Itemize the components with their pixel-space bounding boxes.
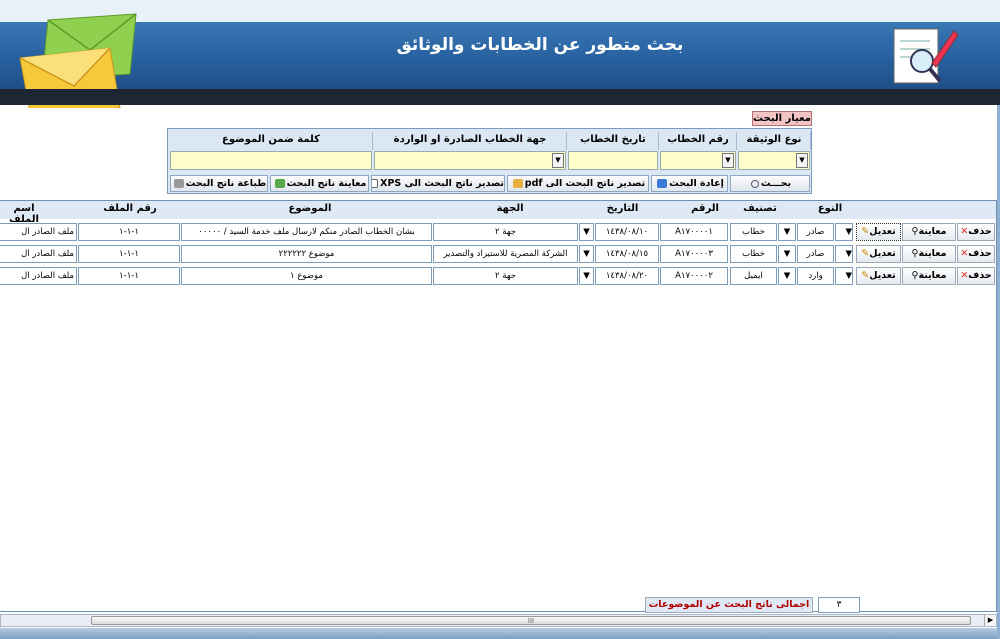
delete-button[interactable]: حذف✕ [957, 267, 995, 285]
file-name-cell: ملف الصادر ال [0, 223, 77, 241]
col-type: النوع [817, 203, 843, 214]
preview-results-button[interactable]: معاينة ناتج البحث [270, 175, 369, 192]
letter-date-header: تاريخ الخطاب [568, 132, 659, 150]
col-number: الرقم [691, 203, 719, 214]
horizontal-scrollbar[interactable]: III ▶ [0, 614, 997, 627]
file-no-cell: ١-١-١ [78, 267, 180, 285]
type-dropdown[interactable]: ▼ [835, 245, 853, 263]
type-dropdown[interactable]: ▼ [835, 223, 853, 241]
class-cell: خطاب [730, 245, 777, 263]
party-cell: الشركة المصرية للاستيراد والتصدير [433, 245, 578, 263]
letter-number-header: رقم الخطاب [660, 132, 737, 150]
party-header: جهة الخطاب الصادرة او الواردة [374, 132, 567, 150]
col-file-name: اسم الملف [9, 203, 39, 225]
delete-button[interactable]: حذف✕ [957, 245, 995, 263]
export-pdf-button[interactable]: تصدير ناتج البحث الى pdf [507, 175, 649, 192]
col-date: التاريخ [606, 203, 639, 214]
party-dropdown[interactable]: ▼ [579, 267, 594, 285]
file-no-cell: ١-١-١ [78, 223, 180, 241]
file-name-cell: ملف الصادر ال [0, 267, 77, 285]
view-button[interactable]: معاينة⚲ [902, 267, 956, 285]
refresh-icon [657, 179, 668, 188]
file-no-cell: ١-١-١ [78, 245, 180, 263]
letter-date-input[interactable] [568, 151, 658, 170]
document-edit-icon [893, 28, 959, 84]
reset-search-button[interactable]: إعادة البحث [651, 175, 728, 192]
table-row[interactable]: حذف✕ معاينة⚲ تعديل✎ ▼ وارد ▼ ايميل A١٧٠٠… [0, 267, 996, 287]
printer-icon [173, 179, 184, 188]
scroll-right-icon[interactable]: ▶ [984, 615, 996, 626]
subject-keyword-header: كلمة ضمن الموضوع [170, 132, 373, 150]
chevron-down-icon[interactable]: ▼ [796, 153, 808, 168]
view-button[interactable]: معاينة⚲ [902, 245, 956, 263]
class-dropdown[interactable]: ▼ [778, 245, 796, 263]
page-title: بحث متطور عن الخطابات والوثائق [396, 35, 684, 55]
window-bottom-border [0, 628, 1000, 639]
scrollbar-thumb[interactable]: III [91, 616, 971, 625]
subject-cell: بشان الخطاب الصادر منكم لارسال ملف خدمة … [181, 223, 432, 241]
number-cell: A١٧٠٠٠٠٣ [660, 245, 728, 263]
class-cell: ايميل [730, 267, 777, 285]
magnifier-icon [750, 179, 759, 188]
total-results-label: اجمالى ناتج البحث عن الموضوعات [645, 597, 813, 613]
type-cell: صادر [797, 223, 834, 241]
letter-number-select[interactable]: ▼ [660, 151, 736, 170]
total-results-value: ٣ [818, 597, 860, 613]
table-row[interactable]: حذف✕ معاينة⚲ تعديل✎ ▼ صادر ▼ خطاب A١٧٠٠٠… [0, 223, 996, 243]
chevron-down-icon[interactable]: ▼ [722, 153, 734, 168]
subject-cell: موضوع ١ [181, 267, 432, 285]
type-dropdown[interactable]: ▼ [835, 267, 853, 285]
number-cell: A١٧٠٠٠٠١ [660, 223, 728, 241]
header-separator [0, 89, 1000, 105]
edit-button[interactable]: تعديل✎ [856, 223, 901, 241]
print-results-button[interactable]: طباعة ناتج البحث [170, 175, 268, 192]
party-dropdown[interactable]: ▼ [579, 245, 594, 263]
edit-button[interactable]: تعديل✎ [856, 245, 901, 263]
type-cell: وارد [797, 267, 834, 285]
subject-keyword-input[interactable] [170, 151, 372, 170]
delete-button[interactable]: حذف✕ [957, 223, 995, 241]
date-cell: ١٤٣٨/٠٨/٢٠ [595, 267, 659, 285]
col-subject: الموضوع [288, 203, 332, 214]
type-cell: صادر [797, 245, 834, 263]
search-button[interactable]: بحـــث [730, 175, 810, 192]
col-party: الجهة [496, 203, 524, 214]
grid-header: النوع تصنيف الرقم التاريخ الجهة الموضوع … [0, 201, 996, 225]
class-dropdown[interactable]: ▼ [778, 267, 796, 285]
search-criteria-label: معيار البحث [752, 111, 812, 126]
view-button[interactable]: معاينة⚲ [902, 223, 956, 241]
export-xps-button[interactable]: تصدير ناتج البحث الى XPS [371, 175, 505, 192]
number-cell: A١٧٠٠٠٠٢ [660, 267, 728, 285]
doc-type-header: نوع الوثيقة [738, 132, 811, 150]
subject-cell: موضوع ٢٢٢٢٢٢ [181, 245, 432, 263]
date-cell: ١٤٣٨/٠٨/١٥ [595, 245, 659, 263]
doc-type-select[interactable]: ▼ [738, 151, 810, 170]
table-row[interactable]: حذف✕ معاينة⚲ تعديل✎ ▼ صادر ▼ خطاب A١٧٠٠٠… [0, 245, 996, 265]
party-dropdown[interactable]: ▼ [579, 223, 594, 241]
party-select[interactable]: ▼ [374, 151, 566, 170]
preview-icon [274, 179, 285, 188]
edit-button[interactable]: تعديل✎ [856, 267, 901, 285]
class-dropdown[interactable]: ▼ [778, 223, 796, 241]
file-name-cell: ملف الصادر ال [0, 245, 77, 263]
xps-icon [372, 179, 379, 188]
date-cell: ١٤٣٨/٠٨/١٠ [595, 223, 659, 241]
party-cell: جهة ٢ [433, 223, 578, 241]
col-class: تصنيف [743, 203, 777, 214]
pdf-icon [512, 179, 523, 188]
search-criteria-panel: نوع الوثيقة رقم الخطاب تاريخ الخطاب جهة … [167, 128, 812, 194]
party-cell: جهة ٢ [433, 267, 578, 285]
col-file-no: رقم الملف [103, 203, 157, 214]
title-bar: بحث متطور عن الخطابات والوثائق [0, 0, 1000, 108]
class-cell: خطاب [730, 223, 777, 241]
results-grid: النوع تصنيف الرقم التاريخ الجهة الموضوع … [0, 200, 997, 612]
chevron-down-icon[interactable]: ▼ [552, 153, 564, 168]
